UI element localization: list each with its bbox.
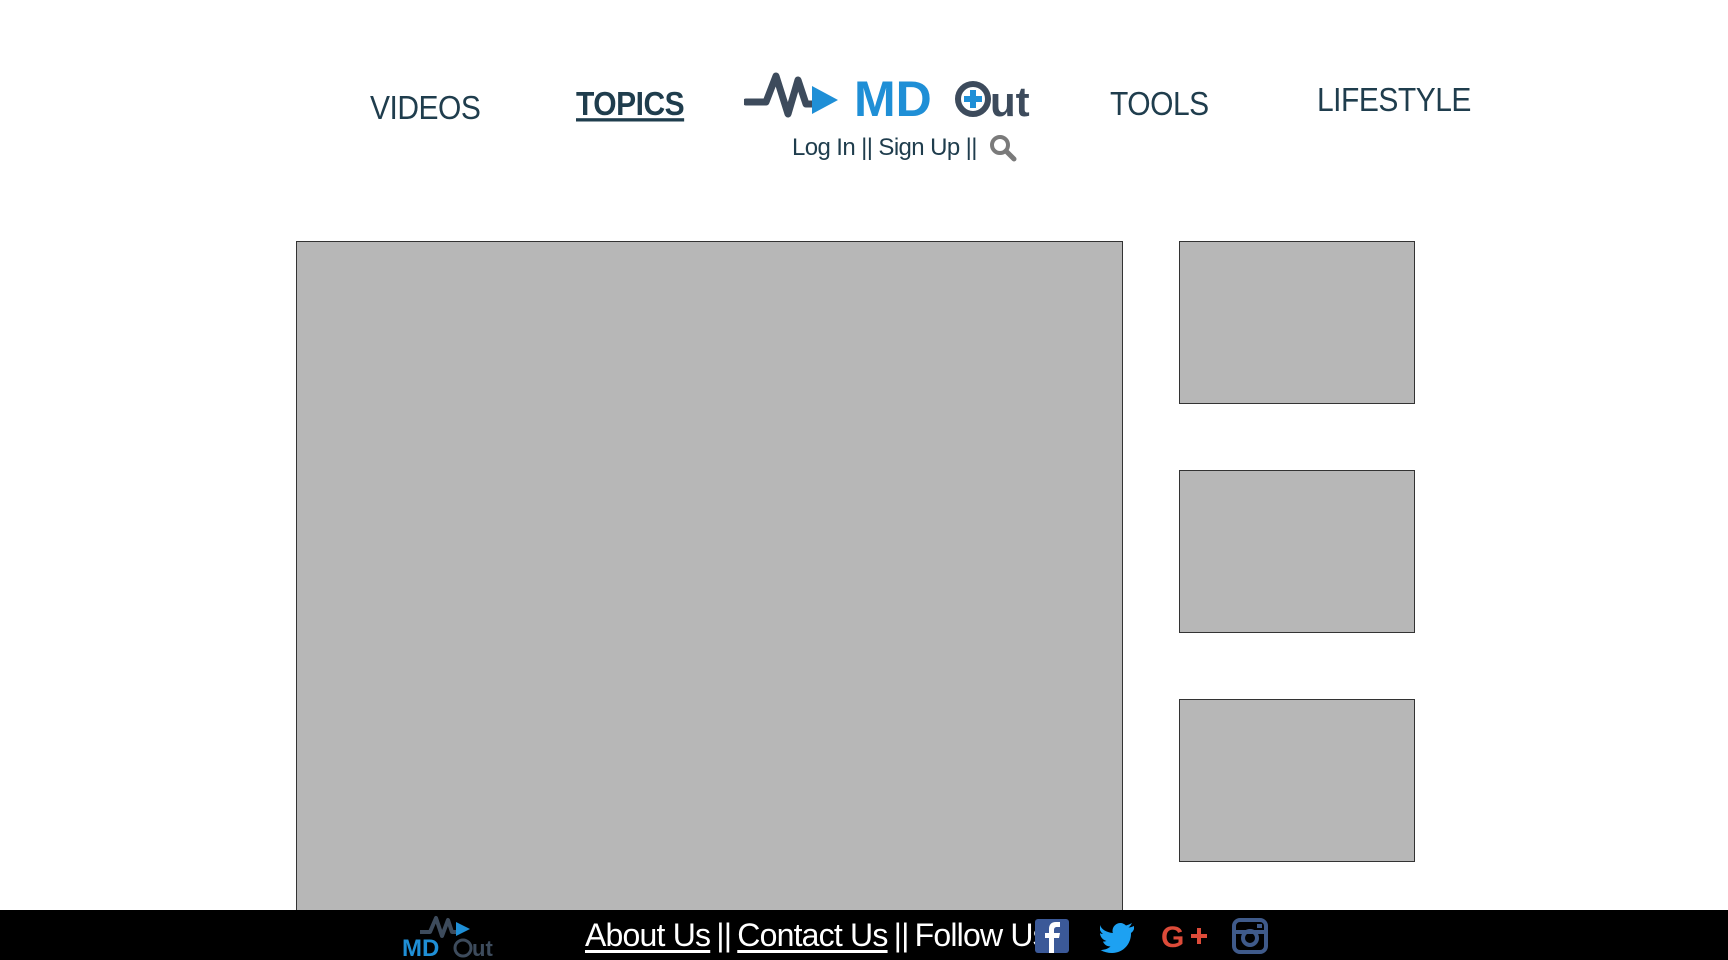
instagram-icon[interactable] [1232,918,1268,954]
separator: || [965,134,978,161]
footer: MD ut About Us || Contact Us || Follow U… [0,910,1728,960]
svg-text:G: G [1161,921,1184,954]
logo-play-arrow [812,86,838,114]
footer-logo[interactable]: MD ut [400,912,506,958]
login-link[interactable]: Log In [792,134,856,162]
search-icon[interactable] [989,134,1017,162]
twitter-icon[interactable] [1100,918,1136,954]
separator: || [861,134,873,161]
main-content-placeholder[interactable] [296,241,1123,911]
separator: || [716,916,732,953]
footer-logo-circle [453,938,473,958]
nav-tools[interactable]: TOOLS [1110,86,1209,123]
side-content-placeholder-3[interactable] [1179,699,1415,862]
logo-pulse-line [744,72,818,118]
nav-topics[interactable]: TOPICS [576,86,685,123]
facebook-icon[interactable] [1034,918,1070,954]
logo-out-text: ut [990,78,1030,125]
logo-plus-icon [964,90,982,108]
nav-lifestyle[interactable]: LIFESTYLE [1317,82,1471,119]
auth-row: Log In || Sign Up || [792,130,1017,166]
footer-logo-pulse [420,916,456,938]
footer-logo-arrow [456,922,470,936]
logo-md-text: MD [854,71,932,127]
mdout-logo[interactable]: MD ut [744,66,1034,128]
google-plus-icon[interactable]: G [1161,918,1209,954]
footer-logo-md-text: MD [402,935,439,958]
signup-link[interactable]: Sign Up [878,134,960,162]
page: VIDEOS TOPICS TOOLS LIFESTYLE MD ut Log … [0,0,1728,960]
side-content-placeholder-2[interactable] [1179,470,1415,633]
contact-us-link[interactable]: Contact Us [737,917,888,954]
nav-videos[interactable]: VIDEOS [370,90,481,127]
footer-links: About Us || Contact Us || Follow Us: [585,914,1057,956]
footer-logo-out-text: ut [472,936,493,958]
side-content-placeholder-1[interactable] [1179,241,1415,404]
about-us-link[interactable]: About Us [585,917,711,954]
separator: || [893,916,910,953]
